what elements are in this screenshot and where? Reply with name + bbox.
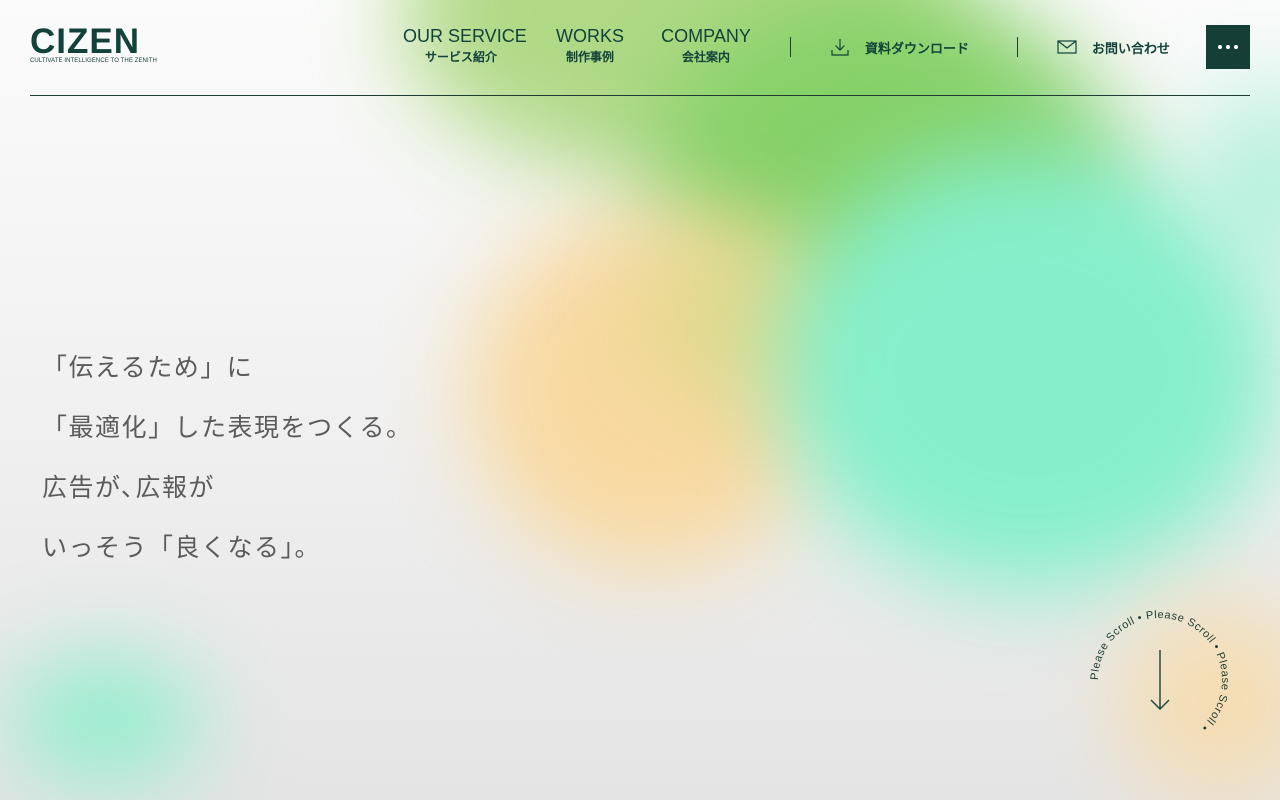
logo-tagline: CULTIVATE INTELLIGENCE TO THE ZENITH [30, 58, 157, 64]
more-dots-icon [1226, 45, 1230, 49]
contact-link[interactable]: お問い合わせ [1057, 36, 1170, 58]
logo-wordmark: CIZEN [30, 22, 140, 61]
nav-item-company[interactable]: COMPANY 会社案内 [660, 26, 752, 64]
bg-blob-bottom-left [10, 660, 200, 780]
nav-item-sublabel: 制作事例 [565, 50, 614, 64]
nav-item-works[interactable]: WORKS 制作事例 [554, 26, 626, 64]
nav-item-label: WORKS [555, 26, 624, 46]
header-divider [1017, 37, 1018, 57]
scroll-indicator[interactable]: Please Scroll • Please Scroll • Please S… [1089, 609, 1231, 750]
site-header: CIZEN CULTIVATE INTELLIGENCE TO THE ZENI… [30, 0, 1250, 96]
download-link[interactable]: 資料ダウンロード [830, 36, 969, 58]
more-dots-icon [1218, 45, 1222, 49]
header-divider [790, 37, 791, 57]
hero-line: いっそう「良くなる」。 [42, 533, 322, 562]
hero-copy: 「伝えるため」に 「最適化」した表現をつくる。 広告が､広報が いっそう「良くな… [42, 338, 413, 578]
menu-button[interactable] [1206, 25, 1250, 69]
arrow-down-icon [1150, 650, 1170, 710]
download-label: 資料ダウンロード [865, 41, 970, 57]
mail-icon [1057, 40, 1077, 54]
contact-label: お問い合わせ [1092, 41, 1171, 57]
hero-line: 「最適化」した表現をつくる。 [42, 413, 413, 442]
hero-line: 広告が､広報が [42, 473, 216, 502]
more-dots-icon [1234, 45, 1238, 49]
nav-item-sublabel: サービス紹介 [424, 50, 497, 64]
nav-item-our-service[interactable]: OUR SERVICE サービス紹介 [403, 26, 527, 64]
hero-line: 「伝えるため」に [42, 353, 254, 382]
site-logo[interactable]: CIZEN CULTIVATE INTELLIGENCE TO THE ZENI… [30, 22, 160, 65]
nav-item-label: OUR SERVICE [403, 26, 527, 46]
nav-item-label: COMPANY [661, 26, 751, 46]
download-icon [831, 39, 849, 56]
nav-item-sublabel: 会社案内 [681, 50, 730, 64]
